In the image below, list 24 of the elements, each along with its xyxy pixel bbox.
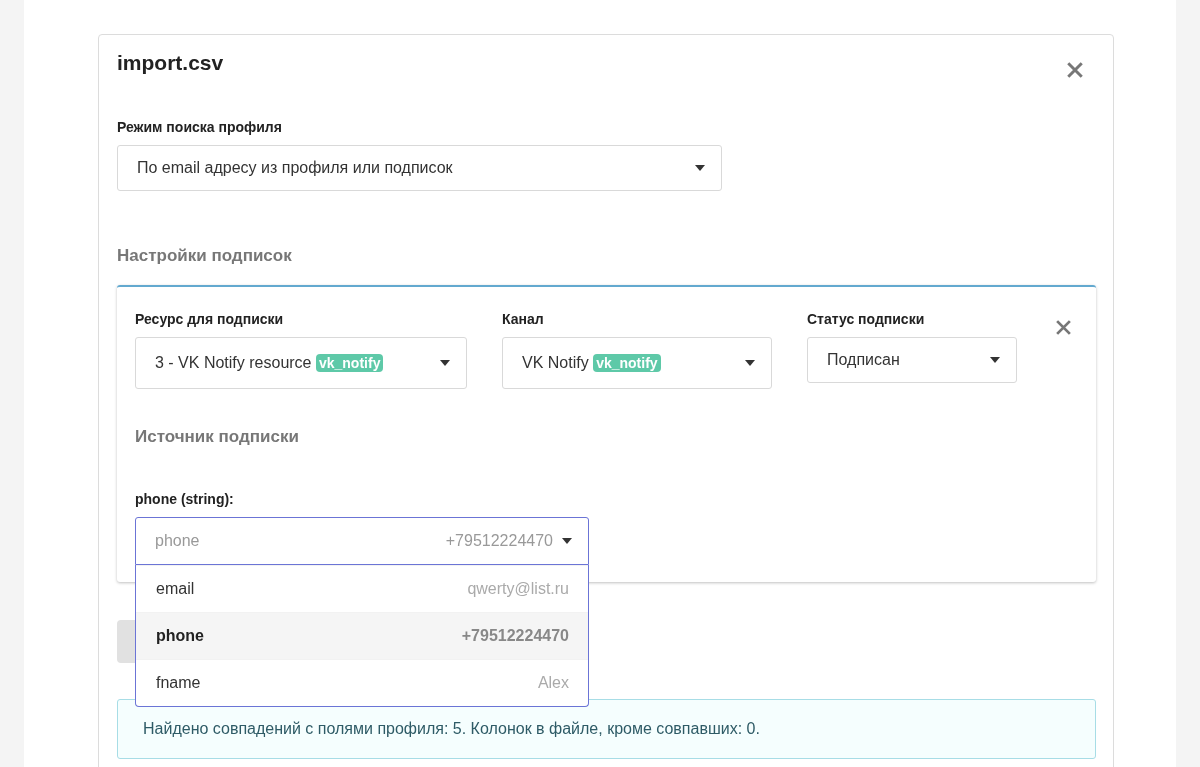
dialog-title: import.csv <box>117 51 224 75</box>
section-heading: Настройки подписок <box>117 246 293 266</box>
profile-search-select[interactable]: По email адресу из профиля или подписок <box>117 145 722 191</box>
tag: vk_notify <box>315 354 384 372</box>
resource-select[interactable]: 3 - VK Notify resource vk_notify <box>135 337 467 389</box>
field-label: Канал <box>502 311 545 327</box>
field-label: phone (string): <box>135 491 235 507</box>
caret-icon <box>990 357 1000 363</box>
channel-select[interactable]: VK Notify vk_notify <box>502 337 772 389</box>
tag: vk_notify <box>593 354 661 372</box>
close-icon[interactable] <box>1066 61 1084 79</box>
caret-icon <box>562 538 572 544</box>
close-icon[interactable] <box>1055 319 1072 336</box>
field-label: Статус подписки <box>807 311 926 327</box>
dropdown-option[interactable]: fname Alex <box>136 659 588 706</box>
info-alert: Найдено совпадений с полями профиля: 5. Колонок в файле, кроме совпавших: 0. <box>117 699 1096 759</box>
caret-icon <box>440 360 450 366</box>
status-select[interactable]: Подписан <box>807 337 1017 383</box>
section-heading: Источник подписки <box>135 427 300 447</box>
field-label: Режим поиска профиля <box>117 119 283 135</box>
field-label: Ресурс для подписки <box>135 311 285 327</box>
caret-icon <box>745 360 755 366</box>
dropdown-option[interactable]: phone +79512224470 <box>136 612 588 659</box>
caret-icon <box>695 165 705 171</box>
